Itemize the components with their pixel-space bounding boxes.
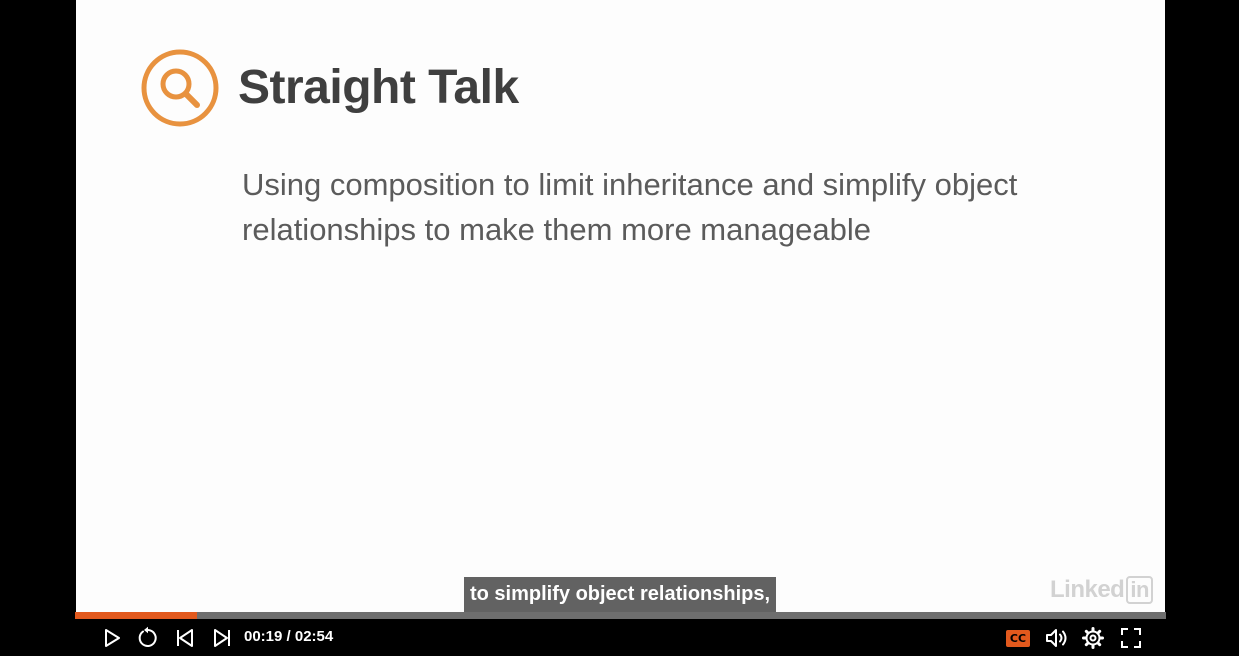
volume-icon [1046, 629, 1067, 647]
video-frame[interactable]: Straight Talk Using composition to limit… [76, 0, 1165, 612]
subtitle-caption: to simplify object relationships, [464, 577, 777, 612]
volume-button[interactable] [1043, 624, 1071, 652]
previous-icon [177, 629, 193, 647]
progress-fill [75, 612, 198, 619]
time-display: 00:19 / 02:54 [244, 628, 334, 645]
fullscreen-button[interactable] [1117, 624, 1145, 652]
next-icon [214, 629, 230, 647]
magnifier-icon [141, 49, 219, 127]
watermark-prefix: Linked [1050, 576, 1125, 603]
next-button[interactable] [208, 624, 236, 652]
closed-captions-icon: CC [1006, 629, 1030, 647]
control-bar: 00:19 / 02:54 CC [0, 619, 1239, 656]
slide-subtitle: Using composition to limit inheritance a… [242, 167, 1018, 247]
settings-icon [1082, 627, 1104, 649]
play-icon [105, 629, 120, 647]
closed-captions-button[interactable]: CC [1004, 624, 1032, 652]
replay-icon [138, 626, 157, 647]
fullscreen-icon [1121, 628, 1141, 648]
progress-bar[interactable] [75, 612, 1166, 619]
video-player: Straight Talk Using composition to limit… [0, 0, 1239, 656]
replay-button[interactable] [134, 624, 162, 652]
settings-button[interactable] [1079, 624, 1107, 652]
watermark-suffix: in [1126, 576, 1153, 604]
play-button[interactable] [98, 624, 126, 652]
slide-title: Straight Talk [238, 61, 519, 114]
linkedin-watermark: Linked in [1050, 574, 1153, 606]
previous-button[interactable] [171, 624, 199, 652]
